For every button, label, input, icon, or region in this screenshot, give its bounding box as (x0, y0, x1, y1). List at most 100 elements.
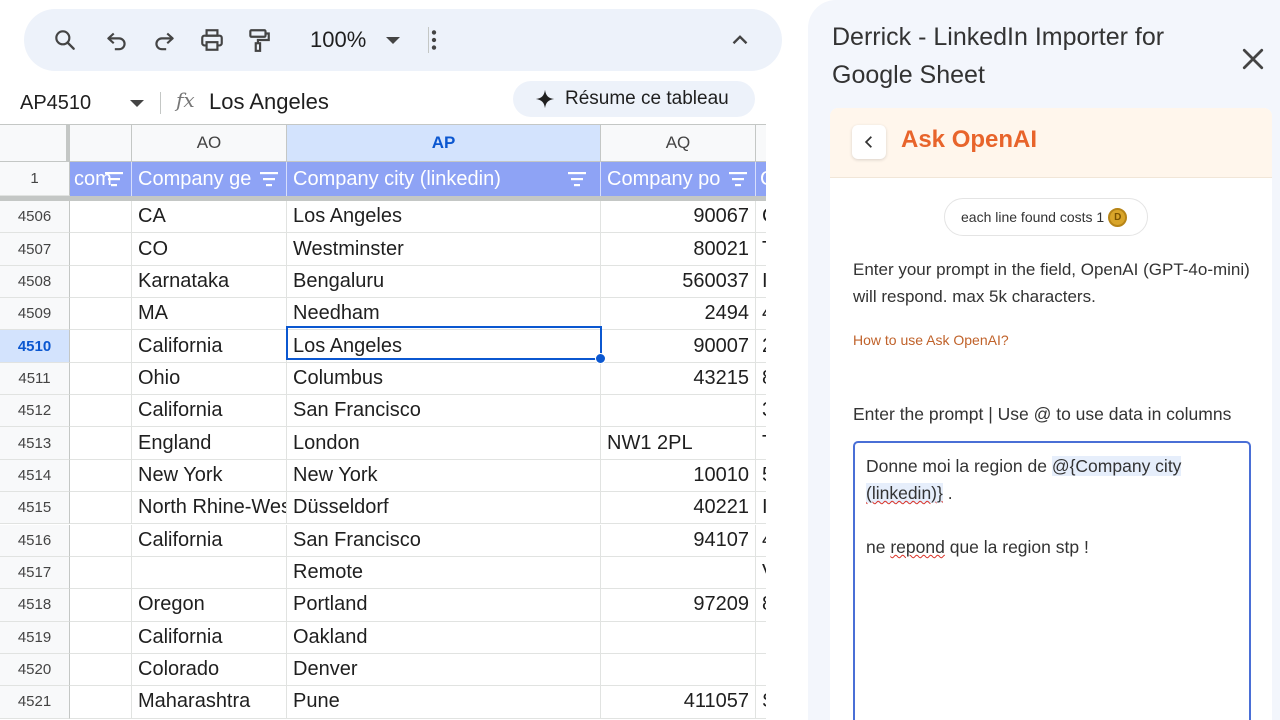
row-header[interactable]: 4506 (0, 201, 70, 234)
header-cell[interactable]: C (756, 162, 766, 196)
table-cell[interactable] (70, 459, 132, 493)
table-cell[interactable]: 97209 (601, 589, 756, 622)
table-cell[interactable]: V (756, 557, 766, 590)
table-cell[interactable]: CO (132, 233, 287, 266)
table-cell[interactable] (70, 492, 132, 525)
table-cell[interactable] (70, 427, 132, 460)
table-cell[interactable]: Ohio (132, 362, 287, 396)
column-header-ar[interactable] (756, 125, 766, 162)
table-cell[interactable] (70, 556, 132, 590)
table-cell[interactable]: C (756, 201, 766, 234)
table-cell[interactable]: 4 (756, 525, 766, 557)
row-header[interactable]: 4515 (0, 492, 70, 525)
row-header[interactable]: 4519 (0, 621, 70, 654)
table-cell[interactable]: Maharashtra (132, 686, 287, 719)
table-cell[interactable] (601, 395, 756, 428)
search-icon[interactable] (47, 22, 83, 58)
filter-icon[interactable] (568, 171, 586, 187)
table-cell[interactable]: CA (132, 201, 287, 234)
table-cell[interactable]: New York (132, 459, 287, 493)
table-cell[interactable]: New York (287, 459, 601, 493)
row-header[interactable]: 4513 (0, 427, 70, 460)
table-cell[interactable]: 8 (756, 363, 766, 396)
row-header[interactable]: 4512 (0, 395, 70, 428)
table-cell[interactable] (70, 201, 132, 234)
prompt-textarea[interactable]: Donne moi la region de @{Company city (l… (853, 441, 1251, 720)
table-cell[interactable] (70, 265, 132, 299)
table-cell[interactable]: S (756, 686, 766, 719)
summarize-table-button[interactable]: Résume ce tableau (513, 81, 755, 117)
table-cell[interactable] (70, 589, 132, 622)
table-cell[interactable]: NW1 2PL (601, 427, 756, 460)
table-cell[interactable] (70, 524, 132, 557)
row-header[interactable]: 4520 (0, 653, 70, 687)
table-cell[interactable]: England (132, 427, 287, 460)
table-cell[interactable]: Portland (287, 589, 601, 622)
table-cell[interactable]: T (756, 427, 766, 460)
table-cell[interactable] (70, 330, 132, 363)
table-cell[interactable] (70, 298, 132, 331)
table-cell[interactable]: Needham (287, 298, 601, 331)
chevron-up-icon[interactable] (722, 22, 758, 58)
table-cell[interactable]: 94107 (601, 524, 756, 557)
row-header[interactable]: 1 (0, 162, 70, 196)
table-cell[interactable] (601, 556, 756, 590)
table-cell[interactable]: Columbus (287, 362, 601, 396)
table-cell[interactable] (756, 622, 766, 654)
table-cell[interactable]: T (756, 233, 766, 266)
table-cell[interactable]: 90067 (601, 201, 756, 234)
table-cell[interactable]: Los Angeles (287, 330, 601, 363)
table-cell[interactable]: California (132, 524, 287, 557)
table-cell[interactable]: 411057 (601, 686, 756, 719)
table-cell[interactable]: Colorado (132, 653, 287, 687)
table-cell[interactable] (70, 395, 132, 428)
filter-icon[interactable] (729, 171, 747, 187)
more-vert-icon[interactable] (416, 22, 452, 58)
table-cell[interactable] (70, 621, 132, 654)
table-cell[interactable]: 10010 (601, 459, 756, 493)
table-cell[interactable]: 80021 (601, 233, 756, 266)
howto-link[interactable]: How to use Ask OpenAI? (853, 332, 1009, 348)
header-cell[interactable]: Company po (601, 162, 756, 196)
table-cell[interactable]: Westminster (287, 233, 601, 266)
table-cell[interactable]: California (132, 330, 287, 363)
table-cell[interactable]: Düsseldorf (287, 492, 601, 525)
table-cell[interactable]: Karnataka (132, 265, 287, 299)
filter-icon[interactable] (105, 171, 123, 187)
table-cell[interactable] (132, 556, 287, 590)
table-cell[interactable] (70, 686, 132, 719)
row-header[interactable]: 4511 (0, 362, 70, 396)
table-cell[interactable]: 8 (756, 589, 766, 622)
column-header-ao[interactable]: AO (132, 125, 287, 162)
select-all-corner[interactable] (0, 125, 70, 162)
table-cell[interactable] (70, 233, 132, 266)
table-cell[interactable]: I (756, 266, 766, 299)
table-cell[interactable]: 90007 (601, 330, 756, 363)
undo-icon[interactable] (99, 22, 135, 58)
row-header[interactable]: 4518 (0, 589, 70, 622)
formula-input[interactable]: Los Angeles (209, 89, 329, 115)
table-cell[interactable]: San Francisco (287, 524, 601, 557)
table-cell[interactable]: Remote (287, 556, 601, 590)
column-header-ap[interactable]: AP (287, 125, 601, 162)
close-icon[interactable] (1238, 44, 1268, 74)
column-header-aq[interactable]: AQ (601, 125, 756, 162)
table-cell[interactable]: Los Angeles (287, 201, 601, 234)
table-cell[interactable]: 40221 (601, 492, 756, 525)
table-cell[interactable]: I (756, 492, 766, 525)
table-cell[interactable]: 2494 (601, 298, 756, 331)
table-cell[interactable]: Pune (287, 686, 601, 719)
back-button[interactable] (852, 125, 886, 159)
table-cell[interactable]: North Rhine-Westphalia (132, 492, 287, 525)
table-cell[interactable]: 560037 (601, 265, 756, 299)
table-cell[interactable] (70, 362, 132, 396)
paint-format-icon[interactable] (241, 22, 277, 58)
row-header[interactable]: 4516 (0, 524, 70, 557)
table-cell[interactable]: London (287, 427, 601, 460)
zoom-select[interactable]: 100% (310, 22, 401, 58)
table-cell[interactable]: California (132, 395, 287, 428)
column-header-an[interactable] (70, 125, 132, 162)
print-icon[interactable] (194, 22, 230, 58)
row-header[interactable]: 4507 (0, 233, 70, 266)
table-cell[interactable]: 4 (756, 298, 766, 331)
